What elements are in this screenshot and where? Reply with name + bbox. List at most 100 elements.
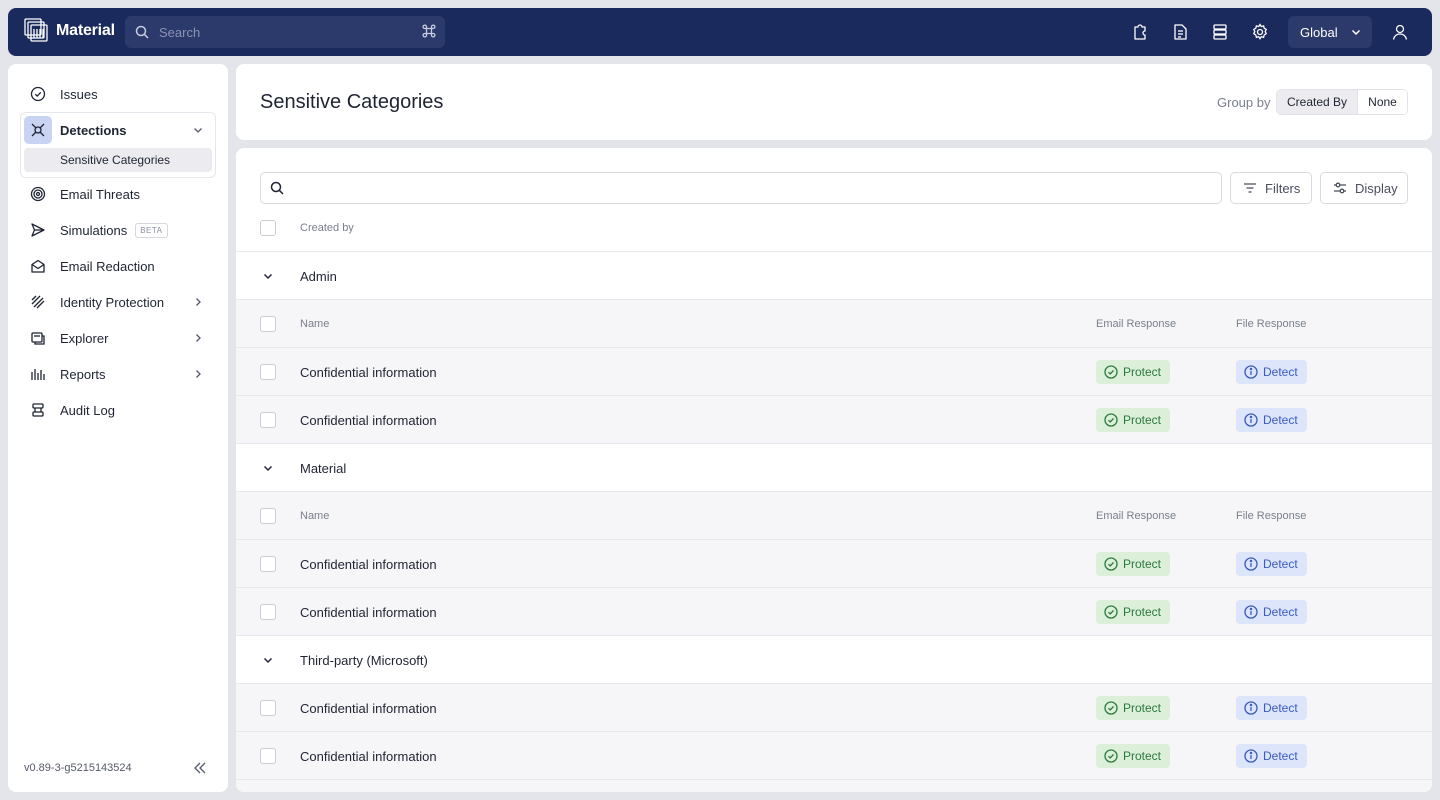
filters-label: Filters: [1265, 180, 1301, 196]
search-icon: [270, 181, 284, 195]
badge-label: Protect: [1123, 701, 1162, 715]
top-bar: Material Search Global: [8, 8, 1432, 56]
divider: [236, 251, 1432, 252]
group-by-toggle: Created By None: [1276, 89, 1408, 115]
table-search-input[interactable]: [260, 172, 1222, 204]
column-header-file-response: File Response: [1236, 510, 1307, 522]
check-circle-icon: [24, 80, 52, 108]
display-label: Display: [1355, 180, 1398, 196]
group-by-created-by-option[interactable]: Created By: [1277, 90, 1357, 114]
divider: [236, 443, 1432, 444]
badge-label: Detect: [1263, 413, 1298, 427]
select-all-checkbox[interactable]: [260, 220, 276, 236]
page-header: Sensitive Categories Group by Created By…: [236, 64, 1432, 140]
sidebar-item-email-threats[interactable]: Email Threats: [24, 178, 212, 210]
chevron-down-icon: [192, 124, 204, 136]
sidebar-item-label: Identity Protection: [60, 294, 165, 310]
badge-label: Protect: [1123, 557, 1162, 571]
file-response-badge: Detect: [1236, 744, 1307, 768]
category-name: Confidential information: [300, 701, 437, 716]
gear-icon[interactable]: [1250, 22, 1270, 42]
file-response-badge: Detect: [1236, 360, 1307, 384]
file-response-badge: Detect: [1236, 696, 1307, 720]
group-select-checkbox[interactable]: [260, 316, 276, 332]
sidebar-item-email-redaction[interactable]: Email Redaction: [24, 250, 212, 282]
group-title: Admin: [300, 269, 337, 284]
user-icon[interactable]: [1390, 22, 1410, 42]
beta-badge: BETA: [135, 222, 168, 238]
table-row: [236, 780, 1432, 792]
row-checkbox[interactable]: [260, 412, 276, 428]
filter-icon: [1243, 181, 1257, 195]
identity-icon: [24, 288, 52, 316]
group-column-header: Created by: [300, 222, 354, 234]
file-response-badge: Detect: [1236, 600, 1307, 624]
row-checkbox[interactable]: [260, 364, 276, 380]
sidebar-item-label: Detections: [60, 122, 127, 138]
sidebar-item-reports[interactable]: Reports: [24, 358, 212, 390]
column-header-email-response: Email Response: [1096, 318, 1177, 330]
global-search[interactable]: Search: [125, 16, 445, 48]
check-circle-icon: [1104, 605, 1118, 619]
sidebar-item-simulations[interactable]: Simulations BETA: [24, 214, 212, 246]
display-button[interactable]: Display: [1320, 172, 1408, 204]
scope-selector[interactable]: Global: [1288, 16, 1372, 48]
category-name: Confidential information: [300, 413, 437, 428]
chevron-right-icon: [192, 368, 204, 380]
collapse-sidebar-icon[interactable]: [192, 760, 208, 776]
collapse-group-icon[interactable]: [262, 462, 274, 474]
sidebar-item-issues[interactable]: Issues: [24, 78, 212, 110]
puzzle-icon[interactable]: [1130, 22, 1150, 42]
column-header-file-response: File Response: [1236, 318, 1307, 330]
badge-label: Detect: [1263, 749, 1298, 763]
sidebar-item-explorer[interactable]: Explorer: [24, 322, 212, 354]
check-circle-icon: [1104, 365, 1118, 379]
divider: [236, 635, 1432, 636]
chevron-down-icon: [1350, 26, 1362, 38]
category-name: Confidential information: [300, 605, 437, 620]
badge-label: Protect: [1123, 413, 1162, 427]
collapse-group-icon[interactable]: [262, 654, 274, 666]
badge-label: Protect: [1123, 605, 1162, 619]
badge-label: Protect: [1123, 749, 1162, 763]
sidebar-item-label: Audit Log: [60, 402, 115, 418]
category-name: Confidential information: [300, 365, 437, 380]
sidebar-item-sensitive-categories[interactable]: Sensitive Categories: [24, 148, 212, 172]
document-icon[interactable]: [1170, 22, 1190, 42]
version-label: v0.89-3-g5215143524: [24, 762, 132, 774]
chevron-right-icon: [192, 296, 204, 308]
group-by-none-option[interactable]: None: [1357, 90, 1407, 114]
email-response-badge: Protect: [1096, 744, 1171, 768]
envelope-icon: [24, 252, 52, 280]
collapse-group-icon[interactable]: [262, 270, 274, 282]
server-icon[interactable]: [1210, 22, 1230, 42]
sidebar-item-identity-protection[interactable]: Identity Protection: [24, 286, 212, 318]
sliders-icon: [1333, 181, 1347, 195]
sidebar-item-label: Simulations: [60, 222, 128, 238]
badge-label: Detect: [1263, 365, 1298, 379]
row-checkbox[interactable]: [260, 604, 276, 620]
info-icon: [1244, 413, 1258, 427]
group-title: Material: [300, 461, 347, 476]
row-checkbox[interactable]: [260, 748, 276, 764]
page-title: Sensitive Categories: [260, 91, 444, 113]
group-select-checkbox[interactable]: [260, 508, 276, 524]
log-icon: [24, 396, 52, 424]
target-icon: [24, 180, 52, 208]
column-header-email-response: Email Response: [1096, 510, 1177, 522]
sidebar-item-detections[interactable]: Detections: [24, 114, 212, 146]
filters-button[interactable]: Filters: [1230, 172, 1312, 204]
logo[interactable]: Material: [24, 18, 115, 44]
chevron-right-icon: [192, 332, 204, 344]
badge-label: Detect: [1263, 605, 1298, 619]
sidebar-item-audit-log[interactable]: Audit Log: [24, 394, 212, 426]
row-checkbox[interactable]: [260, 556, 276, 572]
bars-icon: [24, 360, 52, 388]
row-checkbox[interactable]: [260, 700, 276, 716]
sidebar-item-label: Email Redaction: [60, 258, 155, 274]
search-placeholder: Search: [159, 24, 201, 40]
info-icon: [1244, 701, 1258, 715]
column-header-name: Name: [300, 318, 330, 330]
check-circle-icon: [1104, 557, 1118, 571]
check-circle-icon: [1104, 413, 1118, 427]
